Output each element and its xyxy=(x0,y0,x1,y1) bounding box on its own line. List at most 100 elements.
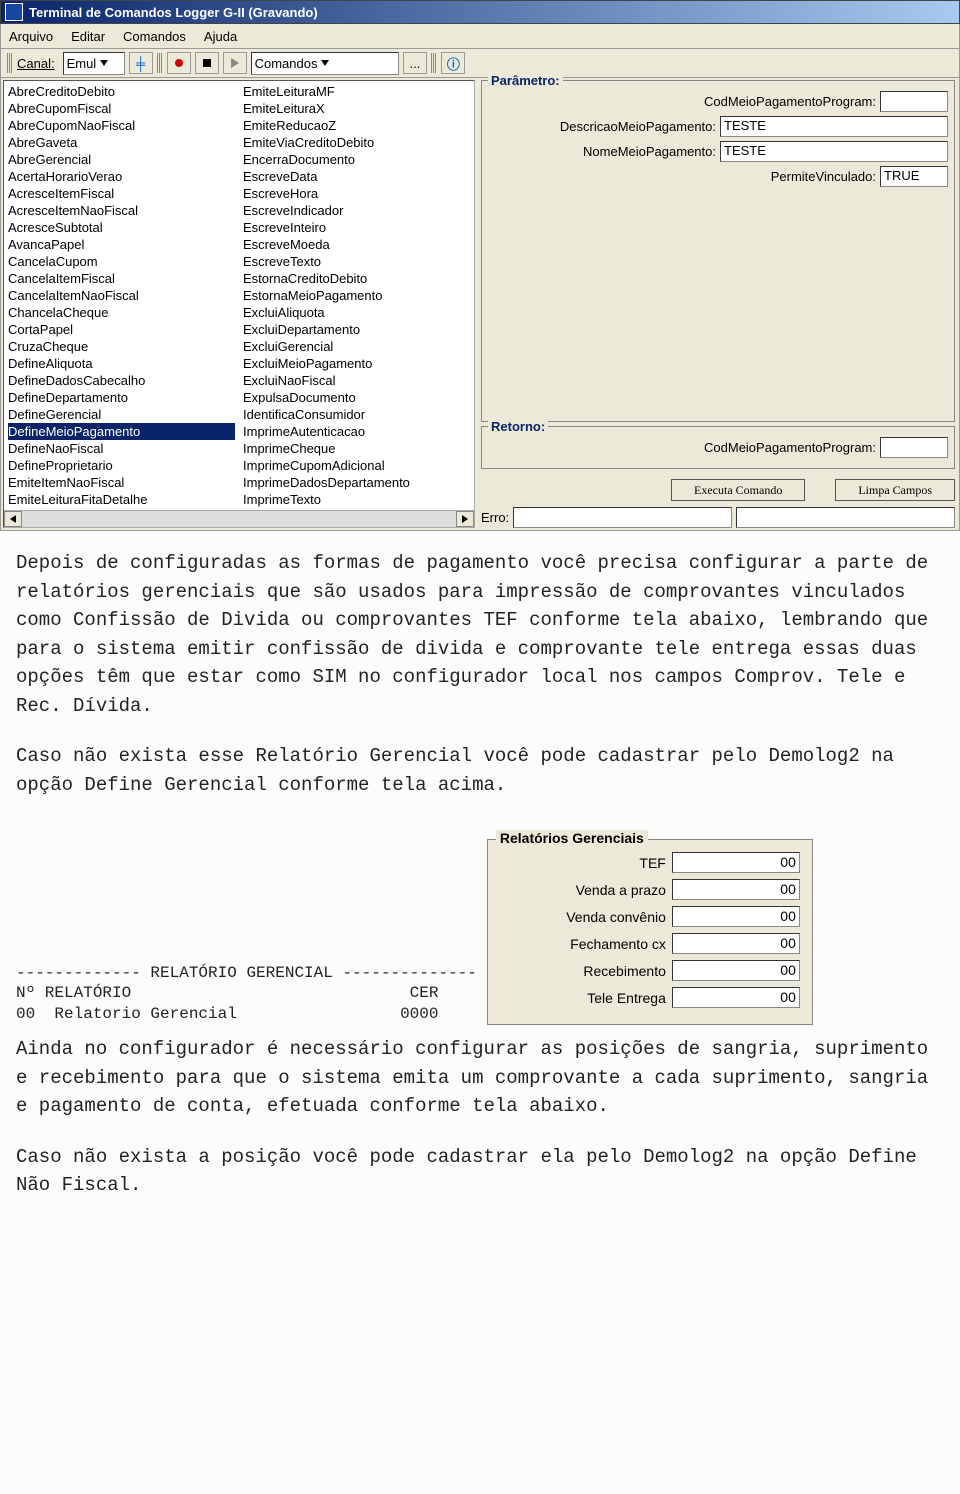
grip-icon xyxy=(431,53,437,73)
list-item[interactable]: CortaPapel xyxy=(8,321,235,338)
list-item[interactable]: EmiteLeituraFitaDetalhe xyxy=(8,491,235,508)
list-item[interactable]: IdentificaConsumidor xyxy=(243,406,470,423)
r0-label: CodMeioPagamentoProgram: xyxy=(488,440,880,455)
stop-button[interactable] xyxy=(195,52,219,74)
ger-fechamento-input[interactable]: 00 xyxy=(672,933,800,954)
erro-input[interactable] xyxy=(513,507,732,528)
list-item[interactable]: EscreveTexto xyxy=(243,253,470,270)
ger-venda-prazo-label: Venda a prazo xyxy=(500,882,672,898)
list-item[interactable]: ImprimeCheque xyxy=(243,440,470,457)
more-button[interactable]: ... xyxy=(403,52,428,74)
list-item[interactable]: CancelaItemNaoFiscal xyxy=(8,287,235,304)
list-item[interactable]: ExcluiAliquota xyxy=(243,304,470,321)
list-item[interactable]: ExcluiGerencial xyxy=(243,338,470,355)
list-item[interactable]: EscreveData xyxy=(243,168,470,185)
canal-combo[interactable]: Emul xyxy=(63,52,125,75)
list-item[interactable]: ExpulsaDocumento xyxy=(243,389,470,406)
scroll-left-button[interactable] xyxy=(4,511,22,527)
ger-fechamento-label: Fechamento cx xyxy=(500,936,672,952)
r0-input[interactable] xyxy=(880,437,948,458)
canal-label: Canal: xyxy=(17,56,55,71)
list-item[interactable]: DefineNaoFiscal xyxy=(8,440,235,457)
list-item[interactable]: AbreCreditoDebito xyxy=(8,83,235,100)
ger-recebimento-label: Recebimento xyxy=(500,963,672,979)
figures-row: ------------- RELATÓRIO GERENCIAL ------… xyxy=(0,839,960,1035)
list-item[interactable]: ImprimeAutenticacao xyxy=(243,423,470,440)
executa-button[interactable]: Executa Comando xyxy=(671,479,805,501)
limpa-button[interactable]: Limpa Campos xyxy=(835,479,955,501)
list-item[interactable]: EmiteLeituraMF xyxy=(243,83,470,100)
menu-ajuda[interactable]: Ajuda xyxy=(204,29,237,44)
list-item[interactable]: EscreveHora xyxy=(243,185,470,202)
list-item[interactable]: EscreveInteiro xyxy=(243,219,470,236)
play-icon xyxy=(231,58,239,68)
list-item[interactable]: AcresceSubtotal xyxy=(8,219,235,236)
list-item[interactable]: ImprimeCupomAdicional xyxy=(243,457,470,474)
list-item[interactable]: AcresceItemNaoFiscal xyxy=(8,202,235,219)
info-button[interactable]: ⓘ xyxy=(441,52,465,74)
list-item[interactable]: AbreGerencial xyxy=(8,151,235,168)
menu-editar[interactable]: Editar xyxy=(71,29,105,44)
list-item[interactable]: ExcluiDepartamento xyxy=(243,321,470,338)
p2-label: NomeMeioPagamento: xyxy=(488,144,720,159)
ger-tef-label: TEF xyxy=(500,855,672,871)
list-item[interactable]: CancelaCupom xyxy=(8,253,235,270)
list-item[interactable]: ExcluiMeioPagamento xyxy=(243,355,470,372)
arrow-right-icon xyxy=(462,515,468,523)
list-item[interactable]: EstornaCreditoDebito xyxy=(243,270,470,287)
list-item[interactable]: DefineGerencial xyxy=(8,406,235,423)
scroll-right-button[interactable] xyxy=(456,511,474,527)
list-item[interactable]: DefineProprietario xyxy=(8,457,235,474)
list-item[interactable]: DefineMeioPagamento xyxy=(8,423,235,440)
parametro-legend: Parâmetro: xyxy=(488,73,563,88)
list-item[interactable]: ExcluiNaoFiscal xyxy=(243,372,470,389)
play-button[interactable] xyxy=(223,52,247,74)
list-item[interactable]: EscreveIndicador xyxy=(243,202,470,219)
list-item[interactable]: DefineAliquota xyxy=(8,355,235,372)
command-list[interactable]: AbreCreditoDebitoAbreCupomFiscalAbreCupo… xyxy=(3,80,475,528)
menu-bar: Arquivo Editar Comandos Ajuda xyxy=(0,24,960,49)
list-item[interactable]: CruzaCheque xyxy=(8,338,235,355)
ger-venda-prazo-input[interactable]: 00 xyxy=(672,879,800,900)
list-item[interactable]: ChancelaCheque xyxy=(8,304,235,321)
ger-venda-convenio-input[interactable]: 00 xyxy=(672,906,800,927)
connect-button[interactable]: ╪ xyxy=(129,52,153,74)
list-item[interactable]: ImprimeTexto xyxy=(243,491,470,508)
menu-comandos[interactable]: Comandos xyxy=(123,29,186,44)
list-item[interactable]: EmiteReducaoZ xyxy=(243,117,470,134)
list-item[interactable]: AcresceItemFiscal xyxy=(8,185,235,202)
p1-input[interactable]: TESTE xyxy=(720,116,948,137)
receipt-printout: ------------- RELATÓRIO GERENCIAL ------… xyxy=(16,963,477,1025)
title-bar: Terminal de Comandos Logger G-II (Gravan… xyxy=(0,0,960,24)
p2-input[interactable]: TESTE xyxy=(720,141,948,162)
list-item[interactable]: DefineDadosCabecalho xyxy=(8,372,235,389)
list-item[interactable]: AbreCupomNaoFiscal xyxy=(8,117,235,134)
list-item[interactable]: CancelaItemFiscal xyxy=(8,270,235,287)
list-item[interactable]: ImprimeDadosDepartamento xyxy=(243,474,470,491)
list-item[interactable]: AvancaPapel xyxy=(8,236,235,253)
list-item[interactable]: DefineDepartamento xyxy=(8,389,235,406)
list-item[interactable]: EmiteViaCreditoDebito xyxy=(243,134,470,151)
ger-tef-input[interactable]: 00 xyxy=(672,852,800,873)
list-item[interactable]: EscreveMoeda xyxy=(243,236,470,253)
scrollbar-horizontal[interactable] xyxy=(4,510,474,527)
list-item[interactable]: EmiteLeituraX xyxy=(243,100,470,117)
p0-input[interactable] xyxy=(880,91,948,112)
list-item[interactable]: AcertaHorarioVerao xyxy=(8,168,235,185)
p3-input[interactable]: TRUE xyxy=(880,166,948,187)
list-item[interactable]: AbreCupomFiscal xyxy=(8,100,235,117)
list-item[interactable]: EmiteItemNaoFiscal xyxy=(8,474,235,491)
list-item[interactable]: EstornaMeioPagamento xyxy=(243,287,470,304)
record-button[interactable] xyxy=(167,52,191,74)
ger-recebimento-input[interactable]: 00 xyxy=(672,960,800,981)
chevron-down-icon xyxy=(321,60,329,66)
erro-input-2[interactable] xyxy=(736,507,955,528)
title-text: Terminal de Comandos Logger G-II (Gravan… xyxy=(29,5,318,20)
ger-venda-convenio-label: Venda convênio xyxy=(500,909,672,925)
ger-tele-entrega-input[interactable]: 00 xyxy=(672,987,800,1008)
menu-arquivo[interactable]: Arquivo xyxy=(9,29,53,44)
comandos-combo[interactable]: Comandos xyxy=(251,52,399,75)
chevron-down-icon xyxy=(100,60,108,66)
list-item[interactable]: EncerraDocumento xyxy=(243,151,470,168)
list-item[interactable]: AbreGaveta xyxy=(8,134,235,151)
